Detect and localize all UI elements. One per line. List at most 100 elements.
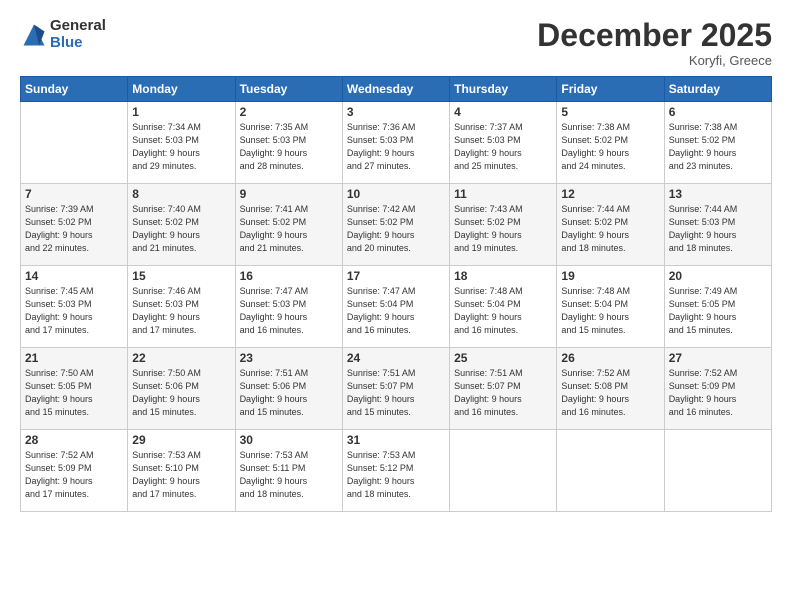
week-row-1: 1Sunrise: 7:34 AMSunset: 5:03 PMDaylight… [21, 102, 772, 184]
day-cell: 4 Sunrise: 7:37 AMSunset: 5:03 PMDaylight… [450, 102, 557, 184]
calendar-table: SundayMondayTuesdayWednesdayThursdayFrid… [20, 76, 772, 512]
day-number: 21 [25, 351, 123, 365]
day-number: 25 [454, 351, 552, 365]
week-row-5: 28 Sunrise: 7:52 AMSunset: 5:09 PMDayligh… [21, 430, 772, 512]
day-info: Sunrise: 7:41 AMSunset: 5:02 PMDaylight:… [240, 203, 338, 255]
day-cell: 25 Sunrise: 7:51 AMSunset: 5:07 PMDayligh… [450, 348, 557, 430]
day-cell: 8 Sunrise: 7:40 AMSunset: 5:02 PMDaylight… [128, 184, 235, 266]
day-info: Sunrise: 7:48 AMSunset: 5:04 PMDaylight:… [561, 285, 659, 337]
logo-general-text: General [50, 18, 106, 35]
day-info: Sunrise: 7:53 AMSunset: 5:12 PMDaylight:… [347, 449, 445, 501]
day-info: Sunrise: 7:47 AMSunset: 5:04 PMDaylight:… [347, 285, 445, 337]
day-info: Sunrise: 7:36 AMSunset: 5:03 PMDaylight:… [347, 121, 445, 173]
day-number: 5 [561, 105, 659, 119]
day-info: Sunrise: 7:44 AMSunset: 5:02 PMDaylight:… [561, 203, 659, 255]
day-info: Sunrise: 7:50 AMSunset: 5:06 PMDaylight:… [132, 367, 230, 419]
day-info: Sunrise: 7:52 AMSunset: 5:09 PMDaylight:… [669, 367, 767, 419]
day-info: Sunrise: 7:52 AMSunset: 5:09 PMDaylight:… [25, 449, 123, 501]
day-number: 13 [669, 187, 767, 201]
day-info: Sunrise: 7:51 AMSunset: 5:07 PMDaylight:… [454, 367, 552, 419]
day-number: 12 [561, 187, 659, 201]
day-number: 31 [347, 433, 445, 447]
day-cell: 14 Sunrise: 7:45 AMSunset: 5:03 PMDayligh… [21, 266, 128, 348]
day-cell: 10 Sunrise: 7:42 AMSunset: 5:02 PMDayligh… [342, 184, 449, 266]
day-cell: 15 Sunrise: 7:46 AMSunset: 5:03 PMDayligh… [128, 266, 235, 348]
day-info: Sunrise: 7:53 AMSunset: 5:11 PMDaylight:… [240, 449, 338, 501]
day-info: Sunrise: 7:42 AMSunset: 5:02 PMDaylight:… [347, 203, 445, 255]
day-cell [557, 430, 664, 512]
day-info: Sunrise: 7:35 AMSunset: 5:03 PMDaylight:… [240, 121, 338, 173]
day-info: Sunrise: 7:38 AMSunset: 5:02 PMDaylight:… [669, 121, 767, 173]
day-info: Sunrise: 7:46 AMSunset: 5:03 PMDaylight:… [132, 285, 230, 337]
day-info: Sunrise: 7:47 AMSunset: 5:03 PMDaylight:… [240, 285, 338, 337]
day-info: Sunrise: 7:43 AMSunset: 5:02 PMDaylight:… [454, 203, 552, 255]
week-row-3: 14 Sunrise: 7:45 AMSunset: 5:03 PMDayligh… [21, 266, 772, 348]
day-cell: 30 Sunrise: 7:53 AMSunset: 5:11 PMDayligh… [235, 430, 342, 512]
day-cell: 12 Sunrise: 7:44 AMSunset: 5:02 PMDayligh… [557, 184, 664, 266]
day-number: 15 [132, 269, 230, 283]
day-info: Sunrise: 7:50 AMSunset: 5:05 PMDaylight:… [25, 367, 123, 419]
day-info: Sunrise: 7:48 AMSunset: 5:04 PMDaylight:… [454, 285, 552, 337]
day-cell: 23 Sunrise: 7:51 AMSunset: 5:06 PMDayligh… [235, 348, 342, 430]
day-number: 22 [132, 351, 230, 365]
day-info: Sunrise: 7:38 AMSunset: 5:02 PMDaylight:… [561, 121, 659, 173]
day-number: 19 [561, 269, 659, 283]
col-header-saturday: Saturday [664, 77, 771, 102]
col-header-tuesday: Tuesday [235, 77, 342, 102]
week-row-4: 21 Sunrise: 7:50 AMSunset: 5:05 PMDayligh… [21, 348, 772, 430]
day-number: 14 [25, 269, 123, 283]
day-info: Sunrise: 7:40 AMSunset: 5:02 PMDaylight:… [132, 203, 230, 255]
day-cell: 1Sunrise: 7:34 AMSunset: 5:03 PMDaylight… [128, 102, 235, 184]
day-info: Sunrise: 7:52 AMSunset: 5:08 PMDaylight:… [561, 367, 659, 419]
day-info: Sunrise: 7:51 AMSunset: 5:06 PMDaylight:… [240, 367, 338, 419]
day-info: Sunrise: 7:39 AMSunset: 5:02 PMDaylight:… [25, 203, 123, 255]
day-cell: 9Sunrise: 7:41 AMSunset: 5:02 PMDaylight… [235, 184, 342, 266]
day-cell: 16Sunrise: 7:47 AMSunset: 5:03 PMDayligh… [235, 266, 342, 348]
day-cell [21, 102, 128, 184]
col-header-sunday: Sunday [21, 77, 128, 102]
day-number: 27 [669, 351, 767, 365]
day-cell: 29Sunrise: 7:53 AMSunset: 5:10 PMDayligh… [128, 430, 235, 512]
day-number: 6 [669, 105, 767, 119]
day-number: 26 [561, 351, 659, 365]
day-number: 7 [25, 187, 123, 201]
day-number: 2 [240, 105, 338, 119]
location: Koryfi, Greece [537, 53, 772, 68]
day-info: Sunrise: 7:34 AMSunset: 5:03 PMDaylight:… [132, 121, 230, 173]
day-info: Sunrise: 7:51 AMSunset: 5:07 PMDaylight:… [347, 367, 445, 419]
day-cell: 27 Sunrise: 7:52 AMSunset: 5:09 PMDayligh… [664, 348, 771, 430]
logo: General Blue [20, 18, 106, 51]
day-cell: 2 Sunrise: 7:35 AMSunset: 5:03 PMDaylight… [235, 102, 342, 184]
day-cell: 7 Sunrise: 7:39 AMSunset: 5:02 PMDaylight… [21, 184, 128, 266]
header: General Blue December 2025 Koryfi, Greec… [20, 18, 772, 68]
calendar-header-row: SundayMondayTuesdayWednesdayThursdayFrid… [21, 77, 772, 102]
day-cell: 21 Sunrise: 7:50 AMSunset: 5:05 PMDayligh… [21, 348, 128, 430]
day-number: 4 [454, 105, 552, 119]
day-info: Sunrise: 7:37 AMSunset: 5:03 PMDaylight:… [454, 121, 552, 173]
day-info: Sunrise: 7:45 AMSunset: 5:03 PMDaylight:… [25, 285, 123, 337]
day-number: 23 [240, 351, 338, 365]
day-number: 11 [454, 187, 552, 201]
day-number: 10 [347, 187, 445, 201]
day-number: 29 [132, 433, 230, 447]
logo-text: General Blue [50, 18, 106, 51]
day-cell: 26 Sunrise: 7:52 AMSunset: 5:08 PMDayligh… [557, 348, 664, 430]
day-cell: 22 Sunrise: 7:50 AMSunset: 5:06 PMDayligh… [128, 348, 235, 430]
day-number: 8 [132, 187, 230, 201]
title-block: December 2025 Koryfi, Greece [537, 18, 772, 68]
day-cell: 24 Sunrise: 7:51 AMSunset: 5:07 PMDayligh… [342, 348, 449, 430]
col-header-thursday: Thursday [450, 77, 557, 102]
col-header-wednesday: Wednesday [342, 77, 449, 102]
logo-icon [20, 21, 48, 49]
month-title: December 2025 [537, 18, 772, 53]
day-number: 24 [347, 351, 445, 365]
day-cell: 20Sunrise: 7:49 AMSunset: 5:05 PMDayligh… [664, 266, 771, 348]
day-cell: 13Sunrise: 7:44 AMSunset: 5:03 PMDayligh… [664, 184, 771, 266]
day-number: 30 [240, 433, 338, 447]
day-cell: 6 Sunrise: 7:38 AMSunset: 5:02 PMDaylight… [664, 102, 771, 184]
week-row-2: 7 Sunrise: 7:39 AMSunset: 5:02 PMDaylight… [21, 184, 772, 266]
day-number: 28 [25, 433, 123, 447]
day-cell: 28 Sunrise: 7:52 AMSunset: 5:09 PMDayligh… [21, 430, 128, 512]
day-cell [450, 430, 557, 512]
col-header-friday: Friday [557, 77, 664, 102]
